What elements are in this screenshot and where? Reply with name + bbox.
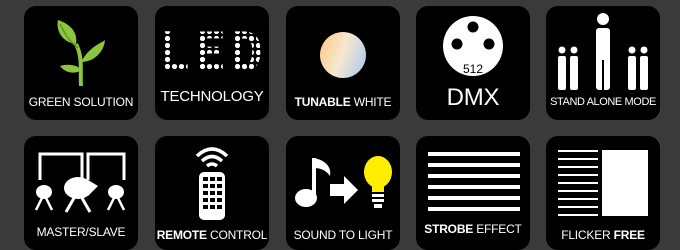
tile-label: DMX (416, 84, 530, 112)
feature-tile-green-solution: GREEN SOLUTION (24, 6, 138, 120)
feature-tile-sound-to-light: SOUND TO LIGHT (286, 136, 400, 250)
feature-tile-master-slave: MASTER/SLAVE (24, 136, 138, 250)
feature-tile-stand-alone-mode: STAND ALONE MODE (546, 6, 660, 120)
linked-spotlights-icon (34, 152, 126, 213)
label-text: WHITE (350, 95, 392, 109)
label-text-bold: REMOTE (156, 228, 207, 242)
remote-control-icon (195, 147, 229, 220)
dmx-512-text: 512 (416, 60, 530, 78)
tile-label: REMOTE CONTROL (155, 228, 269, 242)
tile-label: TUNABLE WHITE (286, 95, 400, 109)
label-text: STAND ALONE MODE (550, 96, 656, 108)
label-text-bold: FREE (610, 228, 645, 242)
feature-tile-tunable-white: TUNABLE WHITE (286, 6, 400, 120)
dmx-channel-count: 512 (462, 62, 484, 76)
tile-label: MASTER/SLAVE (24, 225, 138, 239)
label-text: FLICKER (561, 228, 611, 242)
tile-label: FLICKER FREE (546, 228, 660, 242)
label-text-bold: STROBE (424, 222, 474, 236)
feature-tile-strobe-effect: STROBE EFFECT (416, 136, 530, 250)
tile-label: TECHNOLOGY (155, 88, 269, 106)
tile-label: STAND ALONE MODE (546, 95, 660, 109)
leaf-sprout-icon (57, 20, 105, 86)
label-text-bold: TUNABLE (294, 95, 351, 109)
feature-tile-flicker-free: FLICKER FREE (546, 136, 660, 250)
label-text: DMX (446, 84, 500, 111)
label-text: EFFECT (473, 222, 522, 236)
label-text: CONTROL (206, 228, 268, 242)
strobe-lines-icon (428, 152, 520, 212)
color-gradient-circle-icon (320, 32, 366, 78)
led-icon-text: LED (157, 21, 267, 84)
feature-tile-remote-control: REMOTE CONTROL (155, 136, 269, 250)
feature-tile-dmx: 512 DMX (416, 6, 530, 120)
led-dot-matrix-icon: LED (155, 24, 269, 82)
label-text: GREEN SOLUTION (28, 95, 134, 109)
tile-label: STROBE EFFECT (416, 222, 530, 236)
tile-label: SOUND TO LIGHT (286, 228, 400, 242)
label-text: SOUND TO LIGHT (293, 228, 393, 242)
label-text: TECHNOLOGY (160, 88, 264, 105)
label-text: MASTER/SLAVE (36, 225, 126, 239)
music-to-bulb-icon (295, 156, 392, 208)
flicker-free-icon (558, 150, 648, 216)
tile-label: GREEN SOLUTION (24, 95, 138, 109)
feature-tile-led-technology: LED TECHNOLOGY (155, 6, 269, 120)
standing-figures-icon (558, 13, 648, 90)
